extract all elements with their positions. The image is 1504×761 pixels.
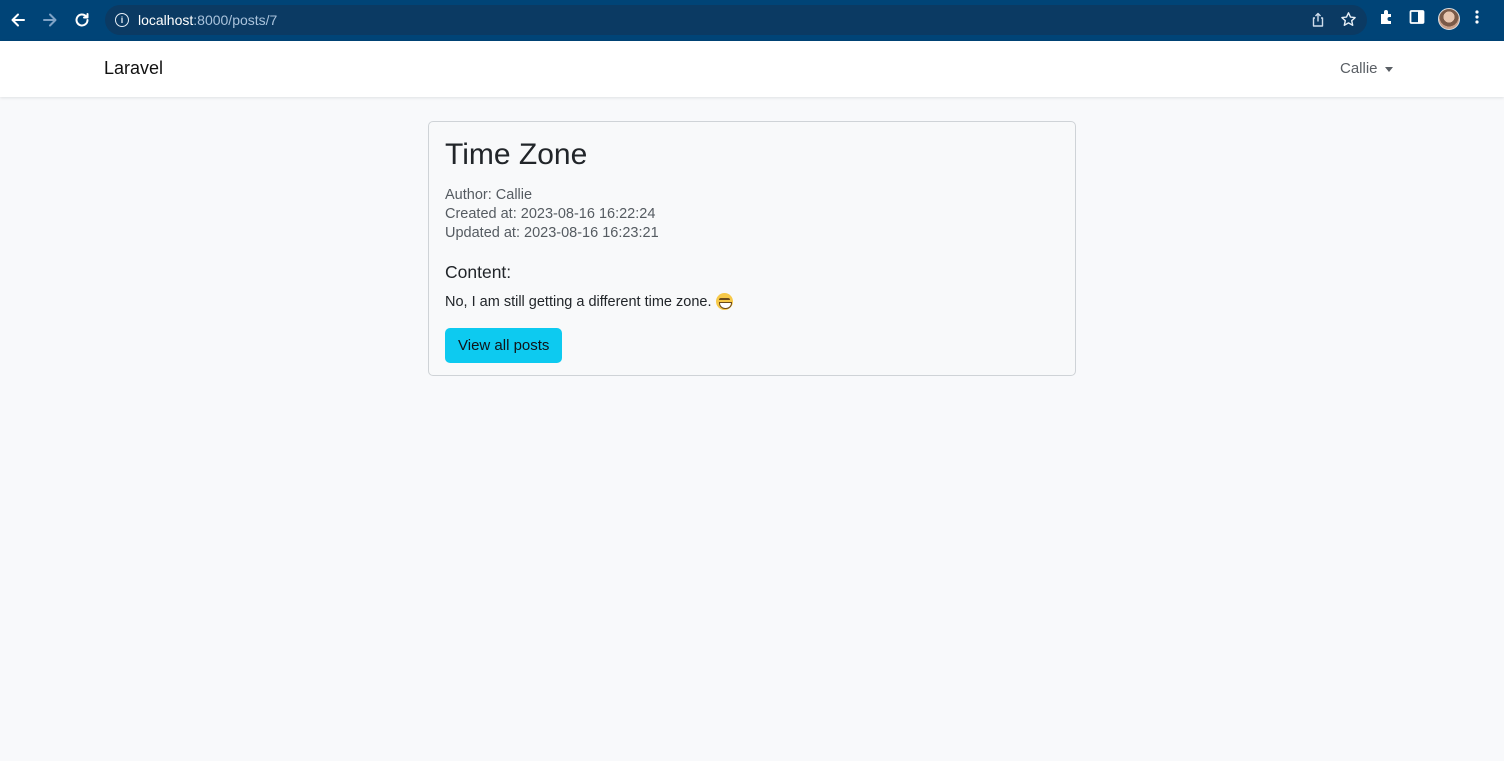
chevron-down-icon [1384, 66, 1393, 72]
post-created-at: Created at: 2023-08-16 16:22:24 [445, 206, 656, 222]
content-heading: Content: [445, 262, 512, 282]
browser-menu-icon[interactable] [1472, 8, 1482, 30]
post-title: Time Zone [445, 138, 588, 171]
site-info-icon[interactable]: i [115, 13, 129, 27]
user-dropdown[interactable]: Callie [1340, 60, 1393, 77]
brand-link[interactable]: Laravel [104, 58, 163, 79]
browser-toolbar: i localhost:8000/posts/7 [0, 0, 1504, 41]
post-content: No, I am still getting a different time … [445, 293, 1059, 310]
profile-avatar[interactable] [1438, 8, 1460, 30]
side-panel-icon[interactable] [1408, 8, 1426, 30]
post-meta: Author: Callie Created at: 2023-08-16 16… [445, 186, 1059, 243]
forward-icon[interactable] [39, 9, 61, 31]
address-bar[interactable]: i localhost:8000/posts/7 [105, 5, 1367, 35]
reload-icon[interactable] [71, 9, 93, 31]
share-icon[interactable] [1310, 12, 1326, 32]
post-author: Author: Callie [445, 187, 533, 203]
post-content-text: No, I am still getting a different time … [445, 293, 712, 310]
back-icon[interactable] [7, 9, 29, 31]
post-updated-at: Updated at: 2023-08-16 16:23:21 [445, 225, 659, 241]
bookmark-star-icon[interactable] [1340, 11, 1357, 32]
post-card: Time Zone Author: Callie Created at: 202… [428, 121, 1076, 376]
grinning-sweat-emoji-icon [715, 293, 733, 310]
url-text: localhost:8000/posts/7 [138, 12, 278, 28]
extensions-puzzle-icon[interactable] [1378, 8, 1396, 30]
user-name: Callie [1340, 60, 1378, 77]
app-navbar: Laravel Callie [0, 41, 1504, 97]
view-all-posts-button[interactable]: View all posts [445, 328, 563, 363]
